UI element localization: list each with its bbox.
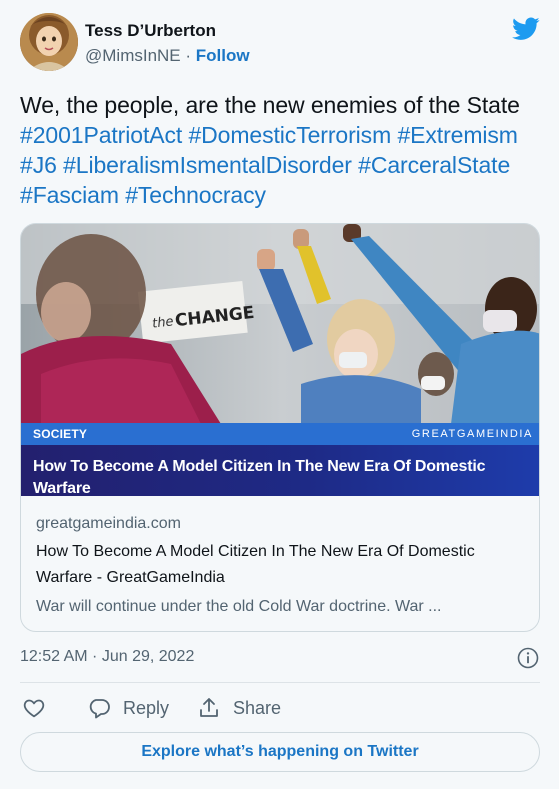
separator: · bbox=[180, 46, 196, 65]
explore-button[interactable]: Explore what’s happening on Twitter bbox=[20, 732, 540, 772]
author-display-name[interactable]: Tess D’Urberton bbox=[85, 20, 250, 42]
info-icon[interactable] bbox=[516, 646, 540, 670]
avatar[interactable] bbox=[20, 13, 78, 71]
follow-link[interactable]: Follow bbox=[196, 46, 250, 65]
tweet-embed: Tess D’Urberton @MimsInNE · Follow We, t… bbox=[0, 0, 559, 789]
card-section-label: SOCIETY bbox=[33, 427, 88, 441]
card-banner-headline: How To Become A Model Citizen In The New… bbox=[21, 445, 539, 496]
hashtag-link[interactable]: #J6 bbox=[20, 152, 57, 178]
tweet-header: Tess D’Urberton @MimsInNE · Follow bbox=[20, 13, 540, 73]
tweet-text: We, the people, are the new enemies of t… bbox=[20, 90, 540, 210]
author-handle-line: @MimsInNE · Follow bbox=[85, 45, 250, 67]
hashtag-link[interactable]: #2001PatriotAct bbox=[20, 122, 182, 148]
tweet-meta: 12:52 AM · Jun 29, 2022 bbox=[20, 646, 540, 670]
twitter-bird-icon[interactable] bbox=[512, 17, 540, 41]
speech-bubble-icon bbox=[89, 699, 110, 719]
hashtag-link[interactable]: #Technocracy bbox=[125, 182, 266, 208]
card-info: greatgameindia.com How To Become A Model… bbox=[36, 512, 531, 619]
upload-icon bbox=[200, 698, 218, 717]
card-image: the CHANGE SOCIETY GREATGAMEINDIA How To… bbox=[21, 224, 539, 496]
author-handle[interactable]: @MimsInNE bbox=[85, 46, 181, 65]
hashtag-link[interactable]: #CarceralState bbox=[358, 152, 510, 178]
hashtag-link[interactable]: #Extremism bbox=[397, 122, 518, 148]
like-button[interactable] bbox=[22, 694, 46, 722]
link-preview-card[interactable]: the CHANGE SOCIETY GREATGAMEINDIA How To… bbox=[20, 223, 540, 632]
timestamp[interactable]: 12:52 AM · Jun 29, 2022 bbox=[20, 648, 194, 665]
reply-button[interactable]: Reply bbox=[87, 694, 169, 722]
divider bbox=[20, 682, 540, 683]
hashtag-link[interactable]: #DomesticTerrorism bbox=[188, 122, 391, 148]
avatar-image bbox=[20, 13, 78, 71]
tweet-plain-text: We, the people, are the new enemies of t… bbox=[20, 92, 520, 118]
protest-photo: the CHANGE bbox=[21, 224, 539, 424]
card-description: War will continue under the old Cold War… bbox=[36, 598, 442, 615]
card-image-headline: How To Become A Model Citizen In The New… bbox=[33, 458, 486, 496]
explore-label: Explore what’s happening on Twitter bbox=[141, 743, 419, 760]
share-label: Share bbox=[233, 697, 282, 718]
card-domain: greatgameindia.com bbox=[36, 515, 181, 532]
card-brand-label: GREATGAMEINDIA bbox=[411, 428, 533, 440]
hashtag-link[interactable]: #LiberalismIsmentalDisorder bbox=[63, 152, 352, 178]
heart-icon bbox=[23, 699, 45, 718]
card-banner-top: SOCIETY GREATGAMEINDIA bbox=[21, 423, 539, 445]
sign-prefix: the bbox=[152, 314, 175, 331]
hashtag-link[interactable]: #Fasciam bbox=[20, 182, 119, 208]
author-block: Tess D’Urberton @MimsInNE · Follow bbox=[85, 20, 250, 67]
card-title[interactable]: How To Become A Model Citizen In The New… bbox=[36, 539, 531, 591]
share-button[interactable]: Share bbox=[197, 694, 281, 722]
reply-label: Reply bbox=[123, 697, 170, 718]
action-bar: Reply Share bbox=[20, 694, 540, 722]
